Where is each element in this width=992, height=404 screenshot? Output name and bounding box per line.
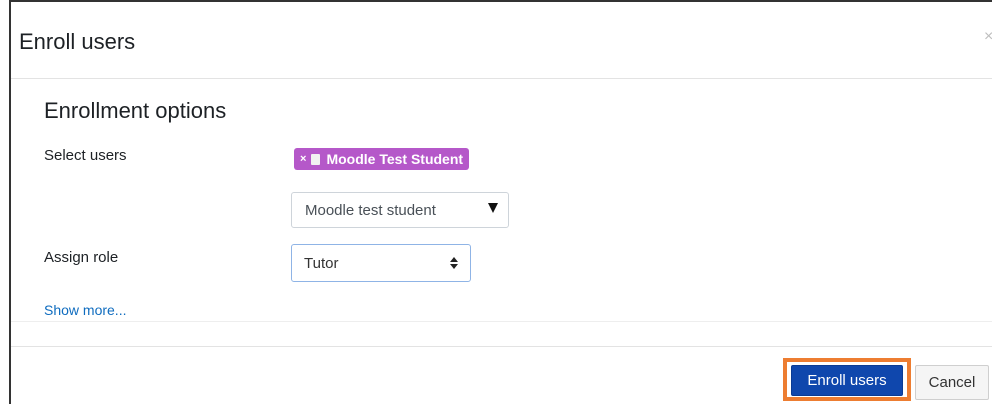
user-search-value: Moodle test student	[305, 201, 436, 219]
caret-down-icon[interactable]	[488, 203, 498, 213]
document-icon	[311, 153, 321, 165]
selected-user-chip[interactable]: × Moodle Test Student	[294, 148, 470, 170]
cancel-button[interactable]: Cancel	[915, 365, 989, 400]
select-users-label: Select users	[44, 147, 127, 164]
footer-divider	[11, 346, 992, 347]
user-search-autocomplete[interactable]: Moodle test student	[291, 192, 509, 228]
form-divider	[11, 321, 992, 322]
assign-role-value: Tutor	[304, 254, 339, 272]
enroll-users-dialog: Enroll users × Enrollment options Select…	[9, 0, 992, 404]
assign-role-label: Assign role	[44, 249, 119, 266]
selected-user-name: Moodle Test Student	[326, 151, 464, 167]
show-more-link[interactable]: Show more...	[44, 302, 126, 318]
close-icon[interactable]: ×	[984, 28, 992, 46]
assign-role-select[interactable]: Tutor	[291, 244, 471, 282]
dialog-header: Enroll users ×	[11, 2, 992, 79]
updown-arrows-icon	[450, 255, 458, 271]
remove-chip-icon[interactable]: ×	[300, 153, 306, 165]
enroll-users-button[interactable]: Enroll users	[791, 365, 903, 396]
section-title: Enrollment options	[44, 98, 227, 123]
dialog-title: Enroll users	[19, 29, 136, 54]
